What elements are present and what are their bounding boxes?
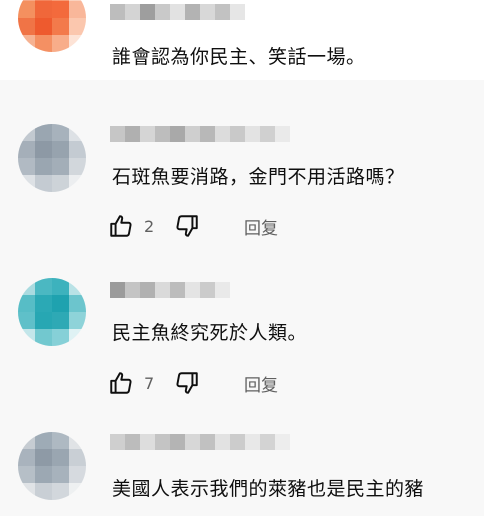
- like-count: 2: [144, 216, 155, 236]
- comment-item: 美國人表示我們的萊豬也是民主的豬: [0, 420, 484, 516]
- thumbs-down-icon[interactable]: [174, 370, 200, 396]
- avatar[interactable]: [18, 124, 86, 192]
- comment-text: 誰會認為你民主、笑話一場。: [112, 46, 366, 68]
- like-count: 7: [144, 373, 155, 393]
- comment-item: 民主魚終究死於人類。 7 回复: [0, 266, 484, 412]
- thumbs-up-icon[interactable]: [108, 213, 134, 239]
- author-name[interactable]: [110, 434, 290, 450]
- reply-button[interactable]: 回复: [244, 371, 278, 396]
- comment-text: 民主魚終究死於人類。: [112, 322, 308, 344]
- avatar[interactable]: [18, 0, 86, 52]
- avatar[interactable]: [18, 432, 86, 500]
- comment-item: 石斑魚要消路，金門不用活路嗎？ 2 回复: [0, 112, 484, 258]
- avatar[interactable]: [18, 278, 86, 346]
- author-name[interactable]: [110, 126, 290, 142]
- comment-item: 誰會認為你民主、笑話一場。: [0, 0, 484, 80]
- author-name[interactable]: [110, 4, 245, 20]
- comment-text: 美國人表示我們的萊豬也是民主的豬: [112, 478, 425, 500]
- comment-text: 石斑魚要消路，金門不用活路嗎？: [112, 166, 405, 188]
- thumbs-up-icon[interactable]: [108, 370, 134, 396]
- author-name[interactable]: [110, 282, 230, 298]
- thumbs-down-icon[interactable]: [174, 213, 200, 239]
- reply-button[interactable]: 回复: [244, 214, 278, 239]
